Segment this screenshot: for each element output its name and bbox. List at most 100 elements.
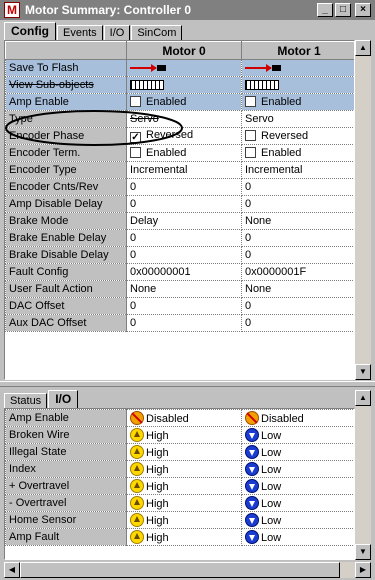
cell-value: 0 (245, 249, 252, 261)
motor-0-cell[interactable]: 0 (126, 178, 242, 196)
motor-1-cell[interactable]: Reversed (241, 127, 354, 145)
row-label: Brake Mode (5, 212, 127, 230)
row-label: DAC Offset (5, 297, 127, 315)
tab-events[interactable]: Events (57, 25, 103, 40)
sub-objects-icon[interactable] (245, 80, 279, 91)
bottom-tab-bar: Status I/O (4, 390, 79, 408)
config-row-user-fault-action: User Fault Action None None (5, 280, 354, 298)
close-button[interactable]: × (355, 3, 371, 17)
motor-0-cell[interactable]: 0x00000001 (126, 263, 242, 281)
save-to-flash-icon[interactable] (245, 63, 281, 73)
checkbox[interactable] (245, 147, 256, 158)
motor-1-cell[interactable]: 0 (241, 314, 354, 332)
tab-status[interactable]: Status (4, 393, 48, 408)
row-label: View Sub-objects (5, 76, 127, 94)
scroll-left-button[interactable]: ◀ (4, 562, 20, 578)
low-icon (245, 445, 259, 459)
status-value: Disabled (261, 413, 304, 425)
motor-1-cell[interactable]: 0x0000001F (241, 263, 354, 281)
motor-0-status-cell: High (126, 460, 242, 478)
row-label: Illegal State (5, 443, 127, 461)
disabled-icon (130, 411, 144, 425)
checkbox-label: Enabled (261, 147, 302, 159)
sub-objects-icon[interactable] (130, 80, 164, 91)
motor-0-cell[interactable] (126, 76, 242, 94)
status-value: Low (261, 464, 282, 476)
status-value: High (146, 515, 169, 527)
motor-1-status-cell: Low (241, 460, 354, 478)
motor-1-cell[interactable]: Incremental (241, 161, 354, 179)
tab-config[interactable]: Config (4, 22, 56, 40)
motor-1-cell[interactable]: 0 (241, 229, 354, 247)
checkbox[interactable]: ✓ (130, 132, 141, 143)
row-label: Encoder Type (5, 161, 127, 179)
cell-value: 0 (245, 232, 252, 244)
io-vertical-scrollbar[interactable]: ▲ ▼ (355, 390, 371, 560)
motor-1-cell[interactable]: 0 (241, 246, 354, 264)
motor-0-cell[interactable]: None (126, 280, 242, 298)
motor-0-cell[interactable]: 0 (126, 229, 242, 247)
row-label: User Fault Action (5, 280, 127, 298)
config-row-amp-enable: Amp Enable Enabled Enabled (5, 93, 354, 111)
motor-0-cell[interactable]: 0 (126, 195, 242, 213)
cell-value: 0x00000001 (130, 266, 191, 278)
status-value: Disabled (146, 413, 189, 425)
motor-0-cell[interactable]: Incremental (126, 161, 242, 179)
scroll-right-button[interactable]: ▶ (355, 562, 371, 578)
scroll-up-button[interactable]: ▲ (355, 40, 371, 56)
motor-1-cell[interactable]: 0 (241, 297, 354, 315)
motor-1-cell[interactable]: 0 (241, 195, 354, 213)
pane-splitter[interactable] (0, 381, 375, 387)
config-row-encoder-phase: Encoder Phase ✓ Reversed Reversed (5, 127, 354, 145)
checkbox[interactable] (130, 96, 141, 107)
row-label-text: Amp Enable (9, 96, 69, 108)
save-to-flash-icon[interactable] (130, 63, 166, 73)
status-value: High (146, 498, 169, 510)
motor-1-cell[interactable]: None (241, 280, 354, 298)
motor-1-cell[interactable] (241, 59, 354, 77)
motor-1-cell[interactable]: None (241, 212, 354, 230)
row-label: Broken Wire (5, 426, 127, 444)
minimize-button[interactable]: _ (317, 3, 333, 17)
title-bar[interactable]: M Motor Summary: Controller 0 _ □ × (0, 0, 375, 20)
status-value: Low (261, 498, 282, 510)
config-vertical-scrollbar[interactable]: ▲ ▼ (355, 40, 371, 380)
disabled-icon (245, 411, 259, 425)
motor-0-cell[interactable]: ✓ Reversed (126, 127, 242, 145)
checkbox[interactable] (130, 147, 141, 158)
row-label: - Overtravel (5, 494, 127, 512)
scroll-thumb[interactable] (20, 562, 340, 578)
column-header-motor-1[interactable]: Motor 1 (241, 41, 354, 60)
motor-0-cell[interactable]: Enabled (126, 93, 242, 111)
motor-1-cell[interactable]: 0 (241, 178, 354, 196)
tab-sincom[interactable]: SinCom (131, 25, 183, 40)
motor-0-cell[interactable]: Enabled (126, 144, 242, 162)
column-header-motor-0[interactable]: Motor 0 (126, 41, 242, 60)
motor-1-cell[interactable] (241, 76, 354, 94)
motor-0-cell[interactable] (126, 59, 242, 77)
motor-1-cell[interactable]: Servo (241, 110, 354, 128)
row-label: Amp Disable Delay (5, 195, 127, 213)
motor-1-cell[interactable]: Enabled (241, 93, 354, 111)
motor-0-cell[interactable]: Servo (126, 110, 242, 128)
horizontal-scrollbar[interactable]: ◀ ▶ (4, 562, 371, 578)
io-row-illegal-state: Illegal State High Low (5, 443, 354, 461)
low-icon (245, 428, 259, 442)
scroll-down-button[interactable]: ▼ (355, 544, 371, 560)
maximize-button[interactable]: □ (335, 3, 351, 17)
checkbox[interactable] (245, 96, 256, 107)
scroll-up-button[interactable]: ▲ (355, 390, 371, 406)
tab-io[interactable]: I/O (103, 25, 131, 40)
motor-0-cell[interactable]: Delay (126, 212, 242, 230)
motor-0-cell[interactable]: 0 (126, 297, 242, 315)
cell-value: 0 (245, 317, 252, 329)
motor-0-cell[interactable]: 0 (126, 314, 242, 332)
config-header-row: Motor 0 Motor 1 (5, 41, 354, 60)
checkbox[interactable] (245, 130, 256, 141)
tab-io-bottom[interactable]: I/O (48, 390, 79, 408)
motor-1-status-cell: Low (241, 443, 354, 461)
scroll-down-button[interactable]: ▼ (355, 364, 371, 380)
config-row-brake-enable-delay: Brake Enable Delay 0 0 (5, 229, 354, 247)
motor-0-cell[interactable]: 0 (126, 246, 242, 264)
motor-1-cell[interactable]: Enabled (241, 144, 354, 162)
